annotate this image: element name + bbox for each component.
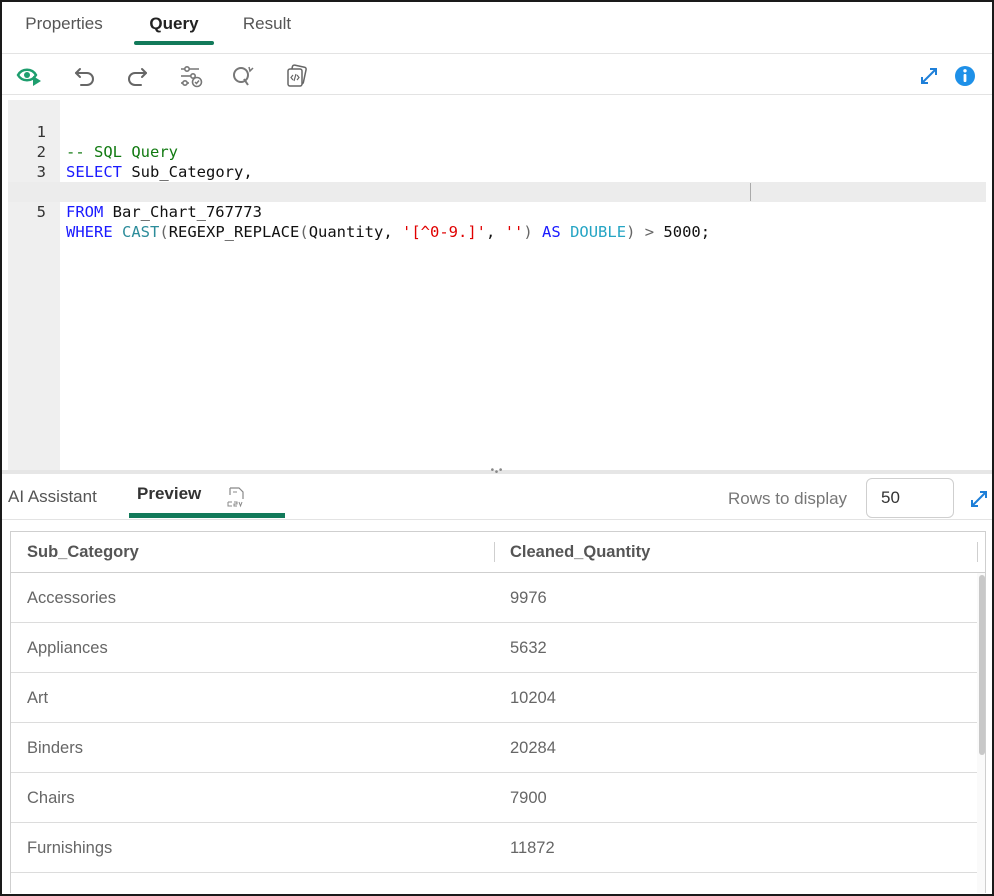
code-line-current: 5 WHERE CAST(REGEXP_REPLACE(Quantity, '[…: [8, 182, 986, 241]
cell-cleaned-quantity: 20284: [510, 739, 556, 757]
cell-sub-category: Binders: [27, 739, 83, 757]
expand-icon: [971, 491, 987, 507]
active-tab-indicator: [129, 513, 285, 518]
query-optimize-button[interactable]: [230, 63, 256, 89]
cell-cleaned-quantity: 5632: [510, 639, 547, 657]
info-button[interactable]: [952, 63, 978, 89]
table-row: Accessories 9976: [11, 573, 977, 623]
results-table: Sub_Category Cleaned_Quantity Accessorie…: [10, 531, 986, 893]
tab-query[interactable]: Query: [134, 2, 214, 54]
cell-sub-category: Accessories: [27, 589, 116, 607]
sql-editor[interactable]: 1 -- SQL Query 2 SELECT Sub_Category, 3 …: [8, 100, 986, 470]
tab-preview-label: Preview: [137, 484, 202, 503]
rows-to-display-input[interactable]: 50: [866, 478, 954, 518]
undo-button[interactable]: [72, 63, 98, 89]
cell-cleaned-quantity: 9976: [510, 589, 547, 607]
redo-icon: [128, 68, 147, 86]
cell-sub-category: Chairs: [27, 789, 75, 807]
text-cursor: [750, 183, 751, 201]
tab-ai-assistant[interactable]: AI Assistant: [8, 474, 97, 520]
code-text: WHERE CAST(REGEXP_REPLACE(Quantity, '[^0…: [66, 223, 711, 241]
run-preview-button[interactable]: [16, 63, 42, 89]
active-tab-indicator: [134, 41, 214, 45]
code-snippet-button[interactable]: [284, 63, 310, 89]
tab-properties-label: Properties: [25, 14, 103, 33]
table-row: Furnishings 11872: [11, 823, 977, 873]
undo-icon: [75, 68, 94, 86]
table-row: Chairs 7900: [11, 773, 977, 823]
cell-cleaned-quantity: 10204: [510, 689, 556, 707]
code-line: 4 FROM Bar_Chart_767773: [8, 162, 986, 221]
tab-result-label: Result: [242, 14, 292, 33]
query-editor-window: Properties Query Result 1 -- SQL Query 2…: [0, 0, 994, 896]
table-row: Appliances 5632: [11, 623, 977, 673]
code-text: FROM Bar_Chart_767773: [66, 203, 262, 221]
tab-ai-assistant-label: AI Assistant: [8, 487, 97, 506]
code-line: 1 -- SQL Query: [8, 102, 986, 161]
code-line: 3 CAST(REGEXP_REPLACE(Quantity, '[^0-9.]…: [8, 142, 986, 201]
code-line: 2 SELECT Sub_Category,: [8, 122, 986, 181]
table-header: Sub_Category Cleaned_Quantity: [11, 532, 985, 573]
rows-to-display-label: Rows to display: [728, 489, 848, 508]
settings-sliders-icon: [181, 65, 203, 88]
code-snippet-icon: [287, 64, 307, 87]
query-optimize-icon: [233, 66, 254, 86]
tab-preview[interactable]: Preview: [137, 471, 201, 517]
query-settings-button[interactable]: [178, 63, 204, 89]
tab-query-label: Query: [149, 14, 199, 33]
cell-cleaned-quantity: 7900: [510, 789, 547, 807]
expand-icon: [921, 68, 937, 84]
csv-icon: [227, 487, 244, 508]
table-row: Art 10204: [11, 673, 977, 723]
run-preview-icon: [16, 68, 41, 86]
expand-editor-button[interactable]: [916, 63, 942, 89]
line-number: 5: [36, 203, 46, 221]
cell-sub-category: Appliances: [27, 639, 108, 657]
expand-results-button[interactable]: [966, 486, 992, 512]
editor-toolbar: [2, 55, 992, 95]
column-header-sub-category[interactable]: Sub_Category: [27, 532, 139, 573]
column-resize-handle[interactable]: [977, 542, 978, 562]
top-tab-bar: Properties Query Result: [2, 2, 992, 54]
cell-sub-category: Furnishings: [27, 839, 113, 857]
info-icon: [955, 66, 975, 86]
tab-result[interactable]: Result: [240, 2, 294, 54]
cell-sub-category: Art: [27, 689, 49, 707]
column-header-cleaned-quantity[interactable]: Cleaned_Quantity: [510, 532, 650, 573]
redo-button[interactable]: [124, 63, 150, 89]
cell-cleaned-quantity: 11872: [510, 839, 555, 857]
export-csv-button[interactable]: [224, 486, 248, 508]
table-row: Binders 20284: [11, 723, 977, 773]
table-scrollbar-thumb[interactable]: [979, 575, 985, 755]
column-resize-handle[interactable]: [494, 542, 495, 562]
tab-properties[interactable]: Properties: [22, 2, 106, 54]
